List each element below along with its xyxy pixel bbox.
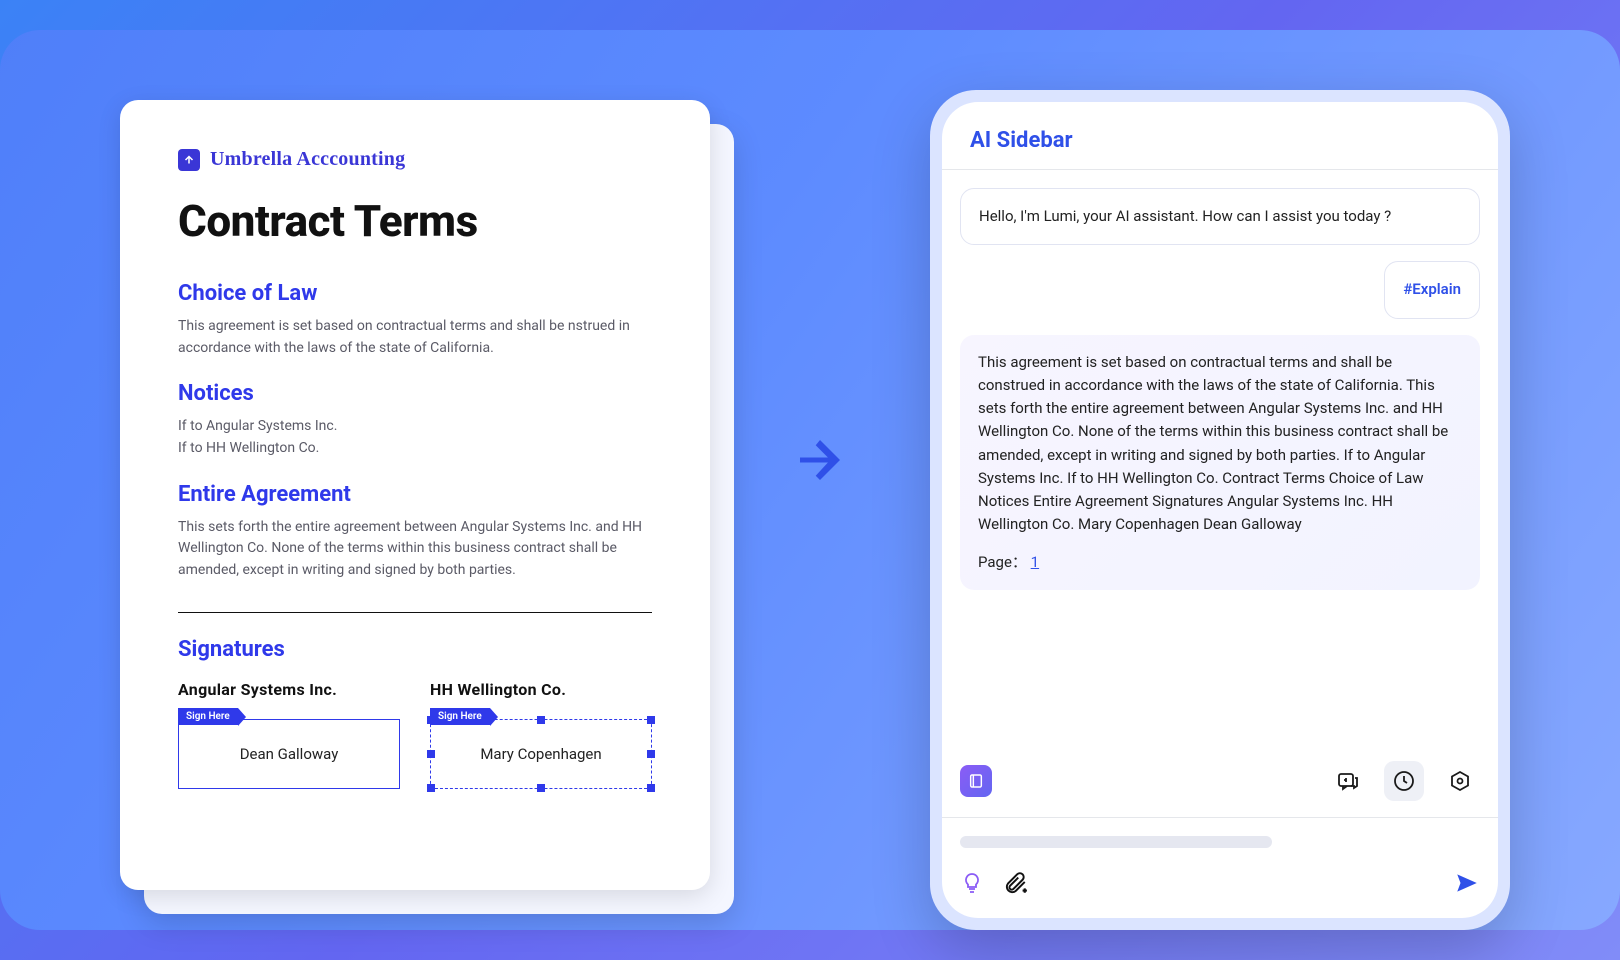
suggestion-icon[interactable] bbox=[960, 871, 984, 899]
sidebar-title: AI Sidebar bbox=[970, 128, 1470, 153]
ai-sidebar-device: AI Sidebar Hello, I'm Lumi, your AI assi… bbox=[930, 90, 1510, 930]
pdf-app-icon[interactable] bbox=[960, 765, 992, 797]
history-button[interactable] bbox=[1384, 761, 1424, 801]
sidebar-toolbar bbox=[942, 749, 1498, 818]
signature-col-1: Angular Systems Inc. Sign Here Dean Gall… bbox=[178, 680, 400, 789]
signer-name-2: Mary Copenhagen bbox=[480, 745, 601, 763]
signature-party-2: HH Wellington Co. bbox=[430, 680, 652, 699]
section-heading-signatures: Signatures bbox=[178, 637, 652, 662]
brand-row: Umbrella Acccounting bbox=[178, 148, 652, 171]
assistant-greeting-text: Hello, I'm Lumi, your AI assistant. How … bbox=[979, 207, 1391, 225]
resize-handle[interactable] bbox=[427, 750, 435, 758]
resize-handle[interactable] bbox=[647, 716, 655, 724]
send-button[interactable] bbox=[1454, 870, 1480, 900]
sign-here-tag: Sign Here bbox=[178, 708, 238, 725]
page-label: Page： bbox=[978, 553, 1027, 571]
resize-handle[interactable] bbox=[427, 784, 435, 792]
user-command-chip[interactable]: #Explain bbox=[1384, 261, 1480, 318]
signature-field-1[interactable]: Sign Here Dean Galloway bbox=[178, 719, 400, 789]
resize-handle[interactable] bbox=[537, 716, 545, 724]
settings-button[interactable] bbox=[1440, 761, 1480, 801]
section-body-notices-line2: If to HH Wellington Co. bbox=[178, 438, 652, 460]
resize-handle[interactable] bbox=[647, 750, 655, 758]
ai-sidebar-screen: AI Sidebar Hello, I'm Lumi, your AI assi… bbox=[942, 102, 1498, 918]
input-placeholder-skeleton[interactable] bbox=[960, 836, 1272, 848]
signature-field-2[interactable]: Sign Here Mary Copenhagen bbox=[430, 719, 652, 789]
brand-name: Umbrella Acccounting bbox=[210, 148, 405, 171]
arrow-right-icon bbox=[790, 430, 850, 490]
section-body-choice-of-law: This agreement is set based on contractu… bbox=[178, 316, 652, 359]
signature-col-2: HH Wellington Co. Sign Here Mary Copenha… bbox=[430, 680, 652, 789]
document-title: Contract Terms bbox=[178, 195, 652, 247]
page-link[interactable]: 1 bbox=[1031, 553, 1039, 571]
sidebar-body: Hello, I'm Lumi, your AI assistant. How … bbox=[942, 170, 1498, 749]
section-body-entire-agreement: This sets forth the entire agreement bet… bbox=[178, 517, 652, 582]
page-reference: Page： 1 bbox=[978, 551, 1462, 574]
section-body-notices-line1: If to Angular Systems Inc. bbox=[178, 416, 652, 438]
assistant-greeting-bubble: Hello, I'm Lumi, your AI assistant. How … bbox=[960, 188, 1480, 245]
assistant-response-bubble: This agreement is set based on contractu… bbox=[960, 335, 1480, 590]
new-chat-button[interactable] bbox=[1328, 761, 1368, 801]
signature-row: Angular Systems Inc. Sign Here Dean Gall… bbox=[178, 680, 652, 789]
sidebar-header: AI Sidebar bbox=[942, 102, 1498, 170]
user-command-text: #Explain bbox=[1403, 280, 1461, 298]
brand-logo-icon bbox=[178, 149, 200, 171]
resize-handle[interactable] bbox=[537, 784, 545, 792]
attachment-icon[interactable] bbox=[1002, 870, 1028, 900]
signature-party-1: Angular Systems Inc. bbox=[178, 680, 400, 699]
document-stack: Umbrella Acccounting Contract Terms Choi… bbox=[120, 100, 710, 890]
assistant-response-text: This agreement is set based on contractu… bbox=[978, 353, 1448, 534]
sign-here-tag: Sign Here bbox=[430, 708, 490, 725]
section-heading-entire-agreement: Entire Agreement bbox=[178, 482, 652, 507]
divider bbox=[178, 612, 652, 613]
sidebar-input-area bbox=[942, 818, 1498, 918]
signer-name-1: Dean Galloway bbox=[240, 745, 339, 763]
section-heading-choice-of-law: Choice of Law bbox=[178, 281, 652, 306]
document-page: Umbrella Acccounting Contract Terms Choi… bbox=[120, 100, 710, 890]
section-heading-notices: Notices bbox=[178, 381, 652, 406]
